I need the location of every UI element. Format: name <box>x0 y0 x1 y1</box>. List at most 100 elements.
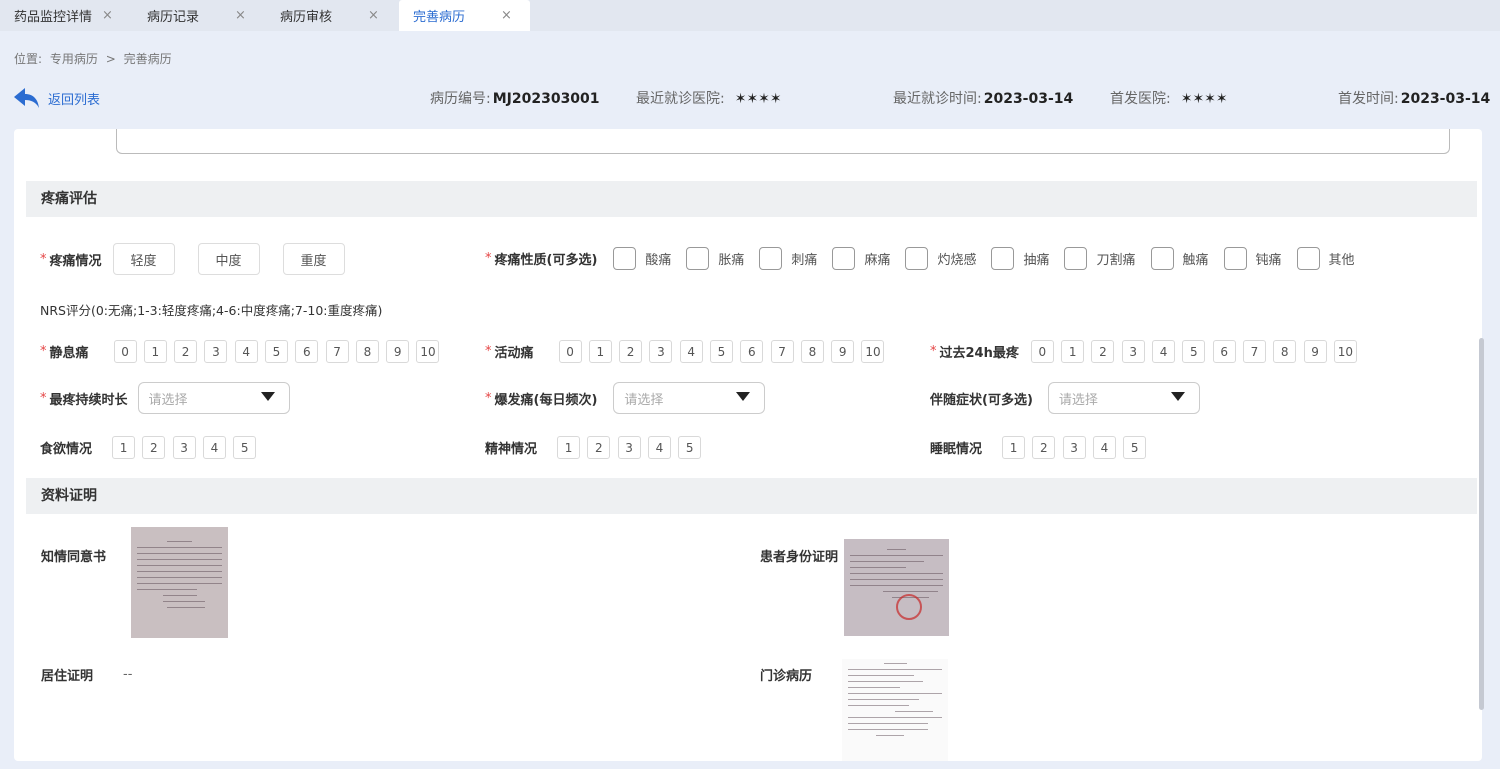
active-pain-score-option[interactable]: 10 <box>861 340 885 363</box>
outpatient-document-image[interactable] <box>842 659 948 761</box>
checkbox-box[interactable] <box>832 247 856 270</box>
active-pain-score-option[interactable]: 4 <box>679 340 703 363</box>
tab-review[interactable]: 病历审核 × <box>266 0 399 31</box>
sleep-row: 睡眠情况 12345 <box>930 436 1154 459</box>
active-pain-score-option[interactable]: 8 <box>800 340 824 363</box>
past24-pain-score-option[interactable]: 1 <box>1061 340 1085 363</box>
appetite-score-option[interactable]: 5 <box>233 436 257 459</box>
level-mild-button[interactable]: 轻度 <box>112 243 175 275</box>
nature-checkbox[interactable]: 胀痛 <box>686 247 744 270</box>
sleep-label: 睡眠情况 <box>930 442 983 457</box>
outpatient-label-text: 门诊病历 <box>760 669 813 684</box>
caret-down-icon <box>736 392 751 401</box>
checkbox-box[interactable] <box>1150 247 1174 270</box>
active-pain-score-option[interactable]: 6 <box>740 340 764 363</box>
rest-pain-score-option[interactable]: 2 <box>174 340 198 363</box>
sleep-score-option[interactable]: 3 <box>1062 436 1086 459</box>
close-icon[interactable]: × <box>235 8 246 23</box>
past24-pain-score-option[interactable]: 3 <box>1121 340 1145 363</box>
checkbox-box[interactable] <box>1064 247 1088 270</box>
active-pain-score-option[interactable]: 7 <box>770 340 794 363</box>
past24-pain-score-option[interactable]: 4 <box>1152 340 1176 363</box>
past24-pain-score-option[interactable]: 2 <box>1091 340 1115 363</box>
past24-pain-score-option[interactable]: 8 <box>1273 340 1297 363</box>
spirit-score-option[interactable]: 2 <box>587 436 611 459</box>
checkbox-box[interactable] <box>1223 247 1247 270</box>
rest-pain-score-option[interactable]: 3 <box>204 340 228 363</box>
sleep-score-option[interactable]: 2 <box>1032 436 1056 459</box>
rest-pain-score-option[interactable]: 5 <box>265 340 288 363</box>
sleep-score-option[interactable]: 4 <box>1092 436 1116 459</box>
spirit-score-option[interactable]: 3 <box>617 436 641 459</box>
spirit-score-option[interactable]: 1 <box>557 436 581 459</box>
nature-checkbox[interactable]: 钝痛 <box>1223 247 1282 270</box>
nature-checkbox[interactable]: 酸痛 <box>613 247 671 270</box>
notes-textarea[interactable] <box>116 129 1450 154</box>
checkbox-box[interactable] <box>686 247 710 270</box>
checkbox-box[interactable] <box>991 247 1015 270</box>
checkbox-box[interactable] <box>759 247 783 270</box>
rest-pain-score-option[interactable]: 8 <box>355 340 379 363</box>
spirit-score-option[interactable]: 4 <box>647 436 671 459</box>
nature-checkbox[interactable]: 其他 <box>1296 247 1355 270</box>
required-mark: * <box>485 344 492 359</box>
sleep-score-option[interactable]: 1 <box>1002 436 1026 459</box>
breadcrumb-parent[interactable]: 专用病历 <box>50 52 98 66</box>
rest-pain-score-option[interactable]: 7 <box>325 340 349 363</box>
rest-pain-score-option[interactable]: 10 <box>416 340 440 363</box>
spirit-score-option[interactable]: 5 <box>678 436 702 459</box>
nature-checkbox[interactable]: 触痛 <box>1150 247 1209 270</box>
checkbox-label: 灼烧感 <box>937 253 977 268</box>
tab-complete-record[interactable]: 完善病历 × <box>399 0 530 31</box>
sleep-score-option[interactable]: 5 <box>1123 436 1147 459</box>
scrollbar[interactable] <box>1479 338 1484 710</box>
breakthrough-select[interactable]: 请选择 <box>613 382 766 414</box>
appetite-score-option[interactable]: 4 <box>202 436 226 459</box>
nature-checkbox[interactable]: 抽痛 <box>991 247 1049 270</box>
close-icon[interactable]: × <box>501 8 512 23</box>
back-to-list-button[interactable]: 返回列表 <box>14 87 100 109</box>
nature-checkbox[interactable]: 灼烧感 <box>905 247 976 270</box>
active-pain-score-option[interactable]: 0 <box>558 340 582 363</box>
past24-pain-score-option[interactable]: 9 <box>1303 340 1327 363</box>
appetite-score-option[interactable]: 1 <box>112 436 136 459</box>
rest-pain-score-option[interactable]: 0 <box>113 340 137 363</box>
tab-records[interactable]: 病历记录 × <box>133 0 266 31</box>
level-moderate-button[interactable]: 中度 <box>197 243 260 275</box>
consent-document-image[interactable] <box>131 527 228 638</box>
checkbox-box[interactable] <box>1296 247 1320 270</box>
active-pain-score-option[interactable]: 5 <box>710 340 733 363</box>
nature-checkbox[interactable]: 刀割痛 <box>1064 247 1136 270</box>
close-icon[interactable]: × <box>368 8 379 23</box>
checkbox-label: 胀痛 <box>718 253 745 268</box>
past24-pain-score-option[interactable]: 6 <box>1212 340 1236 363</box>
past24-pain-score-option[interactable]: 0 <box>1030 340 1054 363</box>
active-pain-row: * 活动痛 0 1 2 3 4 5 6 7 8 9 10 <box>485 340 892 363</box>
active-pain-score-option[interactable]: 3 <box>649 340 673 363</box>
nature-checkbox[interactable]: 麻痛 <box>832 247 890 270</box>
active-pain-score-option[interactable]: 2 <box>619 340 643 363</box>
past24-pain-score-option[interactable]: 7 <box>1242 340 1266 363</box>
symptom-select[interactable]: 请选择 <box>1047 382 1200 414</box>
rest-pain-score-option[interactable]: 1 <box>143 340 167 363</box>
caret-down-icon <box>1170 392 1185 401</box>
checkbox-box[interactable] <box>613 247 637 270</box>
tab-drug-monitor[interactable]: 药品监控详情 × <box>0 0 133 31</box>
checkbox-box[interactable] <box>905 247 929 270</box>
appetite-score-option[interactable]: 2 <box>142 436 166 459</box>
appetite-score-option[interactable]: 3 <box>172 436 196 459</box>
level-severe-button[interactable]: 重度 <box>282 243 345 275</box>
id-proof-document-image[interactable] <box>844 539 949 636</box>
rest-pain-score-option[interactable]: 6 <box>295 340 319 363</box>
rest-pain-score-option[interactable]: 4 <box>234 340 258 363</box>
active-pain-score-option[interactable]: 9 <box>831 340 855 363</box>
spirit-row: 精神情况 12345 <box>485 436 709 459</box>
past24-pain-score-option[interactable]: 5 <box>1182 340 1206 363</box>
nature-checkbox[interactable]: 刺痛 <box>759 247 817 270</box>
rest-pain-score-option[interactable]: 9 <box>386 340 410 363</box>
duration-select[interactable]: 请选择 <box>137 382 290 414</box>
past24-pain-score-option[interactable]: 10 <box>1333 340 1357 363</box>
active-pain-score-option[interactable]: 1 <box>588 340 612 363</box>
close-icon[interactable]: × <box>102 8 113 23</box>
consent-label-text: 知情同意书 <box>41 550 107 565</box>
